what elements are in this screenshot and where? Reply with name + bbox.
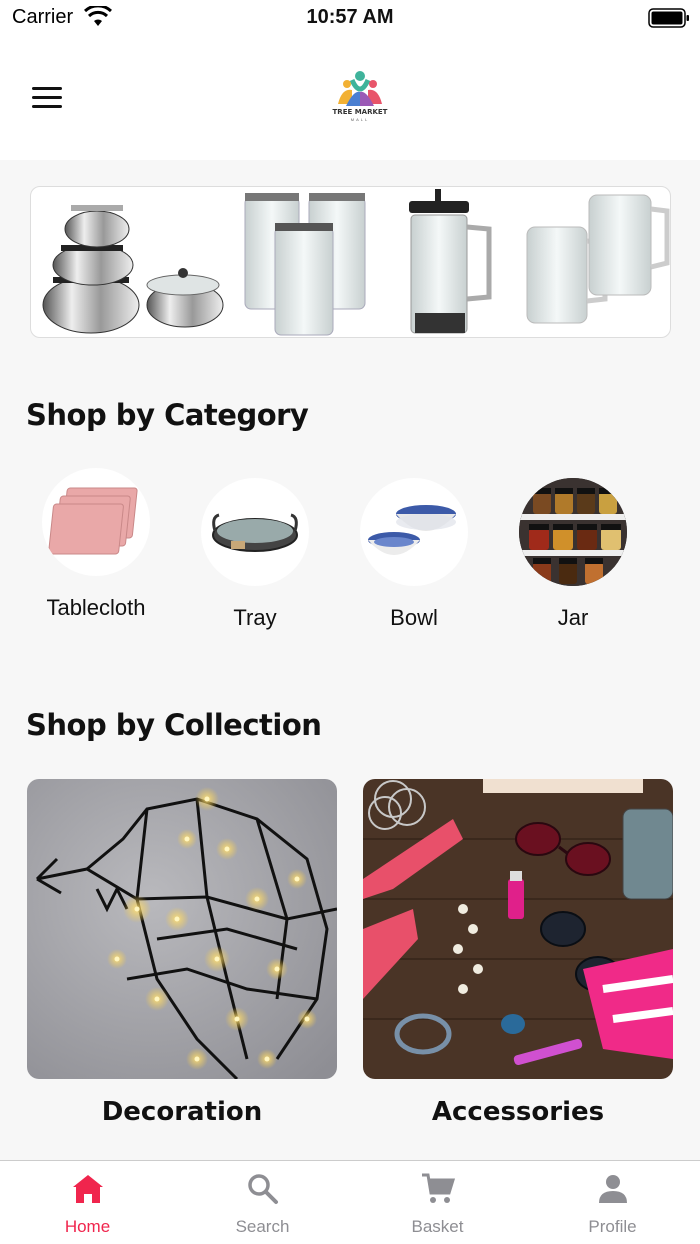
- category-item-tray[interactable]: Tray: [190, 478, 320, 634]
- category-item-jar[interactable]: Jar: [508, 478, 638, 634]
- kitchenware-banner-image: [42, 189, 670, 336]
- category-item-tablecloth[interactable]: Tablecloth: [31, 468, 161, 624]
- decoration-image: [27, 779, 337, 1079]
- category-section-title: Shop by Category: [26, 398, 309, 432]
- category-label: Jar: [557, 605, 589, 630]
- app-header: TREE MARKET MALL: [0, 40, 700, 160]
- battery-icon: [648, 8, 689, 28]
- tray-thumbnail: [201, 478, 309, 586]
- collection-card-decoration[interactable]: Decoration: [27, 779, 337, 1127]
- accessories-image: [363, 779, 673, 1079]
- menu-icon-bar: [32, 105, 62, 108]
- tab-label: Basket: [411, 1217, 464, 1236]
- menu-icon-bar: [32, 96, 62, 99]
- logo-text: TREE MARKET: [332, 108, 388, 116]
- menu-icon-bar: [32, 87, 62, 90]
- status-bar: Carrier 10:57 AM: [0, 0, 700, 40]
- clock: 10:57 AM: [306, 6, 394, 28]
- logo-subtext: MALL: [350, 117, 370, 122]
- tab-home[interactable]: Home: [0, 1161, 175, 1244]
- tab-search[interactable]: Search: [175, 1161, 350, 1244]
- tab-label: Search: [235, 1217, 290, 1236]
- person-icon: [598, 1175, 627, 1203]
- category-item-bowl[interactable]: Bowl: [349, 478, 479, 634]
- collection-label: Accessories: [431, 1097, 605, 1127]
- home-icon: [72, 1175, 103, 1203]
- cart-icon: [421, 1173, 455, 1203]
- tab-label: Profile: [588, 1217, 637, 1236]
- category-label: Tablecloth: [46, 595, 146, 620]
- tablecloth-thumbnail: [42, 468, 150, 576]
- brand-logo[interactable]: TREE MARKET MALL: [330, 68, 390, 128]
- search-icon: [247, 1174, 278, 1204]
- collection-section-title: Shop by Collection: [26, 708, 322, 742]
- category-label: Bowl: [390, 605, 438, 630]
- collection-card-accessories[interactable]: Accessories: [363, 779, 673, 1127]
- promo-banner[interactable]: [30, 186, 671, 338]
- collection-label: Decoration: [101, 1097, 263, 1127]
- jar-thumbnail: [519, 478, 627, 586]
- bottom-tab-bar: Home Search Basket Profile: [0, 1160, 700, 1244]
- category-label: Tray: [233, 605, 277, 630]
- tab-basket[interactable]: Basket: [350, 1161, 525, 1244]
- logo-figures-icon: [338, 71, 382, 106]
- bowl-thumbnail: [360, 478, 468, 586]
- hamburger-menu-button[interactable]: [24, 78, 72, 118]
- tab-profile[interactable]: Profile: [525, 1161, 700, 1244]
- tab-label: Home: [64, 1217, 111, 1236]
